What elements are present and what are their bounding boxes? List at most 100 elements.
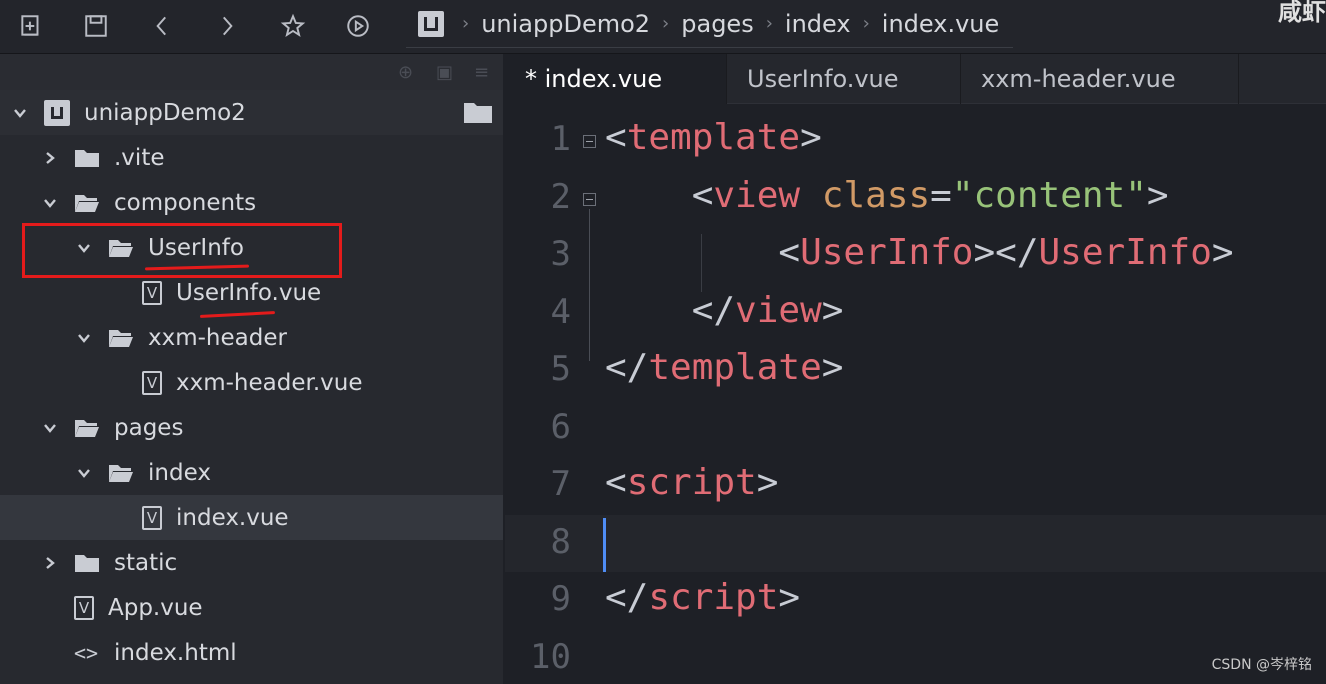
project-logo-icon: [418, 10, 444, 37]
tree-item-label: App.vue: [108, 594, 203, 621]
tree-item-label: xxm-header.vue: [176, 369, 363, 396]
line-number: 5: [550, 349, 571, 389]
chevron-down-icon[interactable]: [40, 193, 60, 213]
tree-item-label: index: [148, 459, 211, 486]
code-line[interactable]: <view class="content">: [605, 175, 1169, 216]
chevron-down-icon[interactable]: [40, 418, 60, 438]
back-icon[interactable]: [145, 10, 179, 42]
toolbar: › uniappDemo2 › pages › index › index.vu…: [0, 0, 1326, 54]
current-line-highlight: [505, 515, 1326, 572]
line-number: 6: [550, 406, 571, 447]
menu-icon[interactable]: ≡: [474, 62, 494, 83]
breadcrumb-item[interactable]: pages: [681, 10, 753, 38]
code-token: >: [756, 462, 779, 503]
tab-xxm-header-vue[interactable]: xxm-header.vue: [961, 54, 1239, 104]
folder-open-icon: [108, 463, 134, 483]
locate-icon[interactable]: ⊕: [398, 62, 418, 83]
code-line[interactable]: <template>: [605, 117, 822, 158]
save-icon[interactable]: [79, 10, 113, 42]
code-line[interactable]: <UserInfo></UserInfo>: [605, 232, 1234, 273]
line-number: 2: [550, 176, 571, 217]
breadcrumb-item[interactable]: uniappDemo2: [481, 10, 650, 38]
code-line[interactable]: </template>: [605, 347, 843, 388]
corner-text: 咸虾: [1278, 0, 1326, 26]
annotation-box: [22, 223, 342, 278]
tree-item[interactable]: Vindex.vue: [0, 495, 503, 540]
collapse-icon[interactable]: ▣: [436, 62, 456, 83]
editor: * index.vue UserInfo.vue xxm-header.vue …: [505, 54, 1326, 684]
tree-item-label: components: [114, 189, 257, 216]
tree-root[interactable]: uniappDemo2: [0, 90, 503, 135]
indent-guide: [701, 234, 702, 292]
code-token: >: [1146, 174, 1169, 216]
code-token: ></: [973, 232, 1039, 273]
tree-root-label: uniappDemo2: [84, 99, 246, 126]
vue-file-icon: V: [142, 280, 162, 305]
code-token: "content": [951, 174, 1147, 216]
code-line[interactable]: <script>: [605, 462, 778, 503]
folder-open-icon: [108, 328, 134, 348]
fold-guide: [589, 208, 590, 361]
new-file-icon[interactable]: [14, 10, 48, 42]
chevron-down-icon[interactable]: [10, 103, 30, 123]
chevron-down-icon[interactable]: [74, 328, 94, 348]
watermark: CSDN @岑梓铭: [1211, 657, 1312, 673]
vue-file-icon: V: [142, 505, 162, 530]
forward-icon[interactable]: [210, 10, 244, 42]
line-number: 9: [550, 579, 571, 619]
code-line[interactable]: </view>: [605, 289, 844, 331]
breadcrumb-item[interactable]: index: [785, 10, 851, 38]
tree-item[interactable]: components: [0, 180, 503, 225]
chevron-right-icon[interactable]: [40, 553, 60, 573]
tree-item[interactable]: .vite: [0, 135, 503, 180]
folder-icon[interactable]: [463, 100, 493, 124]
code-token: </: [605, 289, 736, 331]
tree-item[interactable]: static: [0, 540, 503, 585]
line-number: 7: [550, 464, 571, 504]
code-token: view: [735, 289, 822, 331]
breadcrumb-item[interactable]: index.vue: [882, 10, 999, 38]
tree-item-label: static: [114, 549, 178, 576]
code-token: UserInfo: [1038, 232, 1212, 273]
tree-item-label: index.html: [114, 639, 237, 666]
code-token: >: [1211, 232, 1234, 273]
tree-item[interactable]: pages: [0, 405, 503, 450]
tree-item-label: xxm-header: [148, 324, 287, 351]
folder-open-icon: [74, 418, 100, 438]
code-token: <: [605, 117, 627, 158]
project-explorer: ⊕ ▣ ≡ uniappDemo2 .vite components UserInf…: [0, 54, 503, 684]
code-token: </: [605, 577, 649, 618]
line-number: 10: [530, 636, 571, 677]
fold-toggle-icon[interactable]: [583, 192, 596, 206]
folder-icon: [74, 148, 100, 168]
code-token: template: [648, 347, 822, 388]
tree-item[interactable]: <> index.html: [0, 630, 503, 675]
code-line[interactable]: </script>: [605, 577, 800, 618]
fold-toggle-icon[interactable]: [583, 135, 596, 148]
breadcrumb: › uniappDemo2 › pages › index › index.vu…: [406, 0, 1014, 48]
chevron-down-icon[interactable]: [74, 463, 94, 483]
chevron-right-icon: ›: [662, 13, 670, 34]
code-token: =: [930, 174, 952, 216]
tree-item-label: UserInfo.vue: [176, 279, 322, 306]
folder-icon: [74, 553, 100, 573]
code-token: >: [821, 347, 844, 388]
tab-index-vue[interactable]: * index.vue: [505, 54, 727, 104]
vue-file-icon: V: [74, 595, 94, 620]
chevron-right-icon[interactable]: [40, 148, 60, 168]
tree-item[interactable]: Vxxm-header.vue: [0, 360, 503, 405]
run-icon[interactable]: [341, 10, 375, 42]
line-number: 1: [550, 119, 571, 159]
tab-bar: * index.vue UserInfo.vue xxm-header.vue: [505, 54, 1326, 104]
line-number: 4: [550, 291, 571, 332]
star-icon[interactable]: [276, 10, 310, 42]
tree-item[interactable]: index: [0, 450, 503, 495]
html-file-icon: <>: [74, 640, 99, 665]
line-number: 3: [550, 234, 571, 274]
vue-file-icon: V: [142, 370, 162, 395]
tab-userinfo-vue[interactable]: UserInfo.vue: [727, 54, 961, 104]
tree-item[interactable]: xxm-header: [0, 315, 503, 360]
tree-item[interactable]: V App.vue: [0, 585, 503, 630]
project-logo-icon: [44, 99, 70, 126]
